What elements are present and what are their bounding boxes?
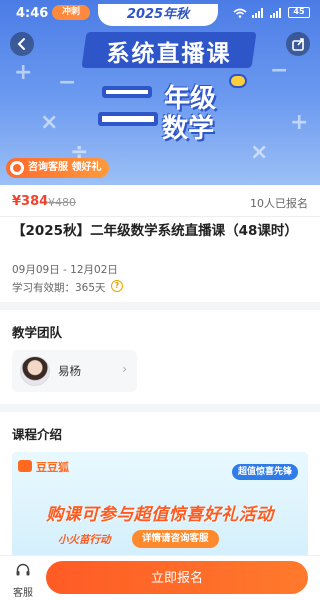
- math-symbol-decoration: +: [290, 110, 309, 135]
- course-title: 【2025秋】二年级数学系统直播课（48课时）: [12, 223, 298, 239]
- enroll-button[interactable]: 立即报名: [46, 561, 308, 594]
- teacher-card[interactable]: 易杨 ›: [12, 350, 137, 392]
- course-validity: 学习有效期：365天: [12, 282, 106, 294]
- original-price: ¥480: [48, 196, 76, 209]
- section-title: 课程介绍: [12, 427, 63, 442]
- chevron-left-icon: [17, 38, 25, 50]
- share-icon: [292, 38, 304, 51]
- brand-name: 豆豆狐: [36, 461, 69, 474]
- brand-logo-icon: [18, 460, 32, 472]
- section-title: 教学团队: [12, 325, 63, 340]
- enrolled-count: 10人已报名: [250, 197, 308, 210]
- hero-subject: 数学: [162, 114, 215, 144]
- chevron-right-icon: ›: [122, 362, 127, 376]
- math-symbol-decoration: ×: [250, 140, 269, 165]
- customer-service-button[interactable]: 客服: [8, 560, 38, 599]
- signal-icon: [270, 7, 283, 18]
- bottom-action-bar: 客服 立即报名: [0, 555, 320, 600]
- service-label: 客服: [13, 588, 33, 599]
- hero-title: 系统直播课: [106, 41, 232, 67]
- teaching-team-section: 教学团队 易杨 ›: [0, 310, 320, 404]
- course-price: ¥384: [12, 194, 49, 209]
- course-hero-banner: + × − + × ÷ − 2025年秋 4:46 冲刺 45 系统直播课 年级…: [0, 0, 320, 185]
- status-bar: 4:46 冲刺 45: [0, 0, 320, 30]
- grade-number-graphic: [98, 82, 158, 132]
- mascot-icon: [229, 74, 247, 88]
- wifi-icon: [233, 8, 247, 18]
- avatar: [20, 356, 50, 386]
- promo-headline: 购课可参与超值惊喜好礼活动: [46, 505, 274, 525]
- promo-cta-button[interactable]: 详情请咨询客服: [132, 530, 219, 548]
- gift-icon: [10, 161, 24, 175]
- consult-service-button[interactable]: 咨询客服 领好礼: [6, 158, 110, 178]
- battery-icon: 45: [288, 7, 310, 18]
- signal-icon: [252, 7, 265, 18]
- consult-label: 咨询客服 领好礼: [28, 162, 102, 173]
- promo-sub-label: 小火苗行动: [58, 534, 111, 546]
- status-time: 4:46: [16, 6, 49, 21]
- math-symbol-decoration: +: [14, 60, 33, 85]
- divider: [0, 216, 320, 217]
- promo-tag: 超值惊喜先锋: [231, 464, 298, 480]
- math-symbol-decoration: −: [270, 58, 289, 83]
- status-badge: 冲刺: [52, 5, 90, 20]
- share-button[interactable]: [286, 32, 310, 56]
- course-date-range: 09月09日 - 12月02日: [12, 264, 118, 276]
- status-icons: 45: [233, 7, 310, 18]
- teacher-name: 易杨: [58, 364, 81, 378]
- course-info-card: ¥384 ¥480 10人已报名 【2025秋】二年级数学系统直播课（48课时）…: [0, 185, 320, 302]
- math-symbol-decoration: −: [58, 70, 77, 95]
- back-button[interactable]: [10, 32, 34, 56]
- headset-icon: [16, 563, 30, 576]
- math-symbol-decoration: ×: [40, 110, 59, 135]
- help-icon[interactable]: ?: [111, 280, 123, 292]
